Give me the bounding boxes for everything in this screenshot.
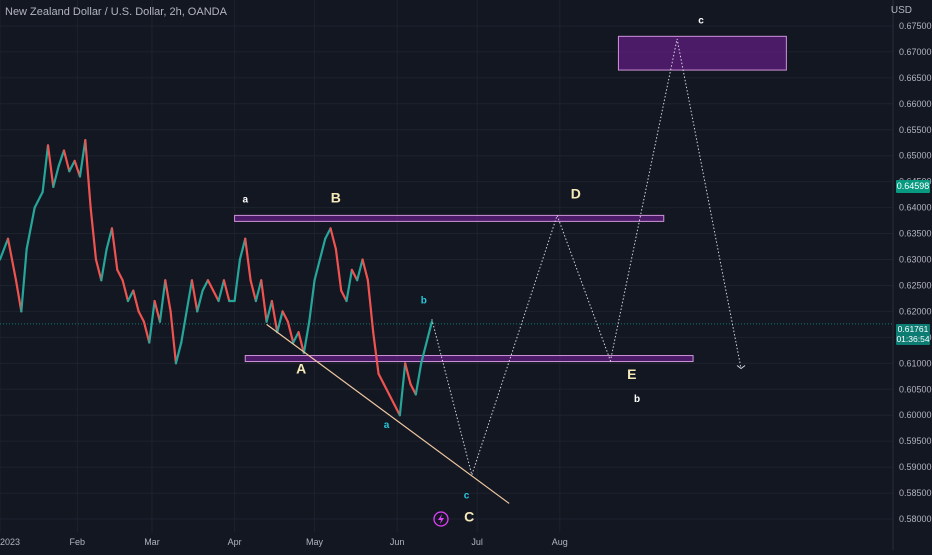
resistance-zone: [617, 35, 787, 71]
y-tick-label: 0.63000: [899, 255, 932, 265]
price-chart[interactable]: a B DAbacCEbc 0.580000.585000.590000.59500…: [0, 0, 932, 550]
wave-label: C: [464, 509, 474, 525]
price-tag-green: 0.64598: [896, 180, 930, 193]
y-tick-label: 0.62500: [899, 280, 932, 290]
y-tick-label: 0.58500: [899, 488, 932, 498]
wave-label: A: [296, 361, 306, 377]
y-tick-label: 0.67500: [899, 21, 932, 31]
chart-title: New Zealand Dollar / U.S. Dollar, 2h, OA…: [5, 6, 227, 18]
x-tick-label: Jul: [471, 537, 483, 547]
x-tick-label: Aug: [552, 537, 568, 547]
x-tick-label: Apr: [228, 537, 242, 547]
y-tick-label: 0.60500: [899, 384, 932, 394]
wave-label: D: [571, 185, 581, 201]
wave-label: E: [627, 366, 636, 382]
x-tick-label: Mar: [144, 537, 160, 547]
wave-label: b: [421, 296, 427, 307]
y-tick-label: 0.61000: [899, 358, 932, 368]
y-tick-label: 0.62000: [899, 306, 932, 316]
y-tick-label: 0.63500: [899, 229, 932, 239]
x-tick-label: Feb: [70, 537, 86, 547]
y-tick-label: 0.65000: [899, 151, 932, 161]
y-tick-label: 0.64000: [899, 203, 932, 213]
y-tick-label: 0.59500: [899, 436, 932, 446]
current-price-value: 0.61761: [897, 324, 929, 334]
wave-label: c: [464, 490, 470, 501]
resistance-zone: [234, 214, 665, 222]
y-tick-label: 0.60000: [899, 410, 932, 420]
y-tick-label: 0.58000: [899, 514, 932, 524]
currency-label[interactable]: USD: [891, 5, 912, 16]
countdown-timer: 01:36:54: [896, 334, 930, 344]
wave-label: B: [331, 189, 341, 205]
wave-label: a: [242, 194, 248, 205]
chart-area[interactable]: aBDAbacCEbc 0.58000 0.58500 0.59000 0.59500…: [0, 0, 932, 550]
y-tick-label: 0.65500: [899, 125, 932, 135]
y-tick-label: 0.59000: [899, 462, 932, 472]
wave-label: c: [698, 15, 704, 26]
y-tick-label: 0.66000: [899, 99, 932, 109]
x-tick-label: Jun: [390, 537, 405, 547]
wave-label: a: [384, 420, 390, 431]
wave-label: b: [634, 394, 640, 405]
y-tick-label: 0.67000: [899, 47, 932, 57]
x-tick-label: 2023: [0, 537, 20, 547]
x-tick-label: May: [306, 537, 324, 547]
y-tick-label: 0.66500: [899, 73, 932, 83]
current-price-tag: 0.61761 01:36:54: [896, 324, 930, 345]
